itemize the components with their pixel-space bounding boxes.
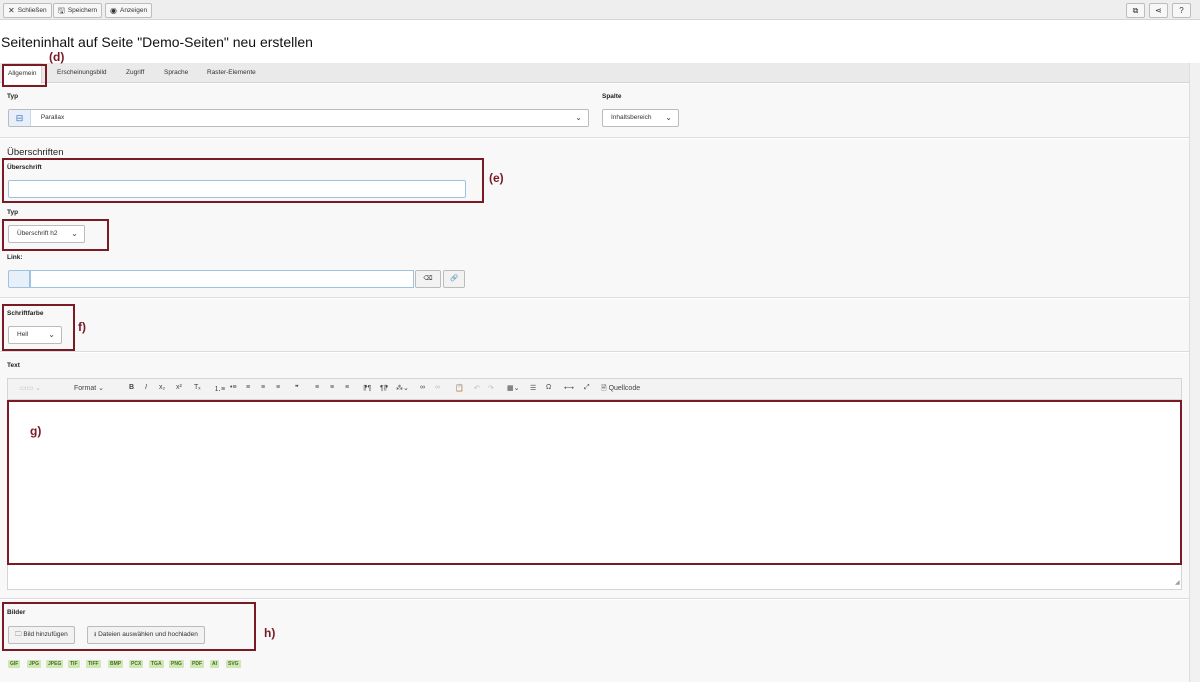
allowed-type-tga: TGA xyxy=(149,660,164,668)
maximize-icon[interactable]: ⤢ xyxy=(584,384,590,392)
source-button[interactable]: 🗎 Quellcode xyxy=(601,384,640,395)
allowed-type-pdf: PDF xyxy=(190,660,204,668)
allowed-type-gif: GIF xyxy=(8,660,21,668)
italic-icon[interactable]: I xyxy=(145,384,147,391)
paste-icon[interactable]: 📋 xyxy=(455,384,464,392)
table-icon[interactable]: ▦⌄ xyxy=(507,384,519,392)
open-new-window-button[interactable]: ⧉ xyxy=(1126,3,1145,18)
blockquote-icon[interactable]: ❞ xyxy=(295,384,299,392)
link-type-indicator xyxy=(8,270,30,288)
superscript-icon[interactable]: x² xyxy=(176,384,182,391)
numbered-list-icon[interactable]: ⒈≡ xyxy=(214,384,225,394)
chevron-down-icon: ⌄ xyxy=(575,113,582,122)
help-button[interactable]: ? xyxy=(1172,3,1191,18)
text-label: Text xyxy=(7,362,20,369)
unlink-icon[interactable]: ∞ xyxy=(435,384,440,391)
annotation-label-f: f) xyxy=(78,320,86,334)
align-center-icon[interactable]: ≡ xyxy=(261,384,265,391)
external-link-icon: ⧉ xyxy=(1132,6,1139,15)
link-browser-button[interactable]: 🔗 xyxy=(443,270,465,288)
horizontal-rule-icon[interactable]: ☰ xyxy=(530,384,536,392)
allowed-type-jpeg: JPEG xyxy=(46,660,64,668)
allowed-type-tif: TIF xyxy=(68,660,80,668)
language-icon[interactable]: ⁂⌄ xyxy=(396,384,409,392)
allowed-type-jpg: JPG xyxy=(27,660,42,668)
page-title: Seiteninhalt auf Seite "Demo-Seiten" neu… xyxy=(1,34,313,50)
column-label: Spalte xyxy=(602,93,622,100)
chevron-down-icon: ⌄ xyxy=(665,113,672,122)
type-label: Typ xyxy=(7,93,19,100)
soft-hyphen-icon[interactable]: ⟷ xyxy=(564,384,574,392)
rte-toolbar: ▭▭ ⌄ Format ⌄ B I x₂ x² Tₓ ⒈≡ •≡ ≡ ≡ ≡ ❞… xyxy=(7,378,1182,400)
link-input[interactable] xyxy=(30,270,414,288)
view-button[interactable]: ◉ Anzeigen xyxy=(105,3,153,18)
allowed-type-bmp: BMP xyxy=(108,660,124,668)
allowed-type-svg: SVG xyxy=(226,660,241,668)
allowed-type-pcx: PCX xyxy=(129,660,144,668)
eye-icon: ◉ xyxy=(110,6,117,15)
annotation-label-h: h) xyxy=(264,626,276,640)
annotation-box-f xyxy=(2,304,75,351)
link-label: Link: xyxy=(7,254,23,261)
annotation-box-g xyxy=(7,400,1182,565)
vertical-scrollbar[interactable] xyxy=(1189,63,1200,682)
justify-center-icon[interactable]: ≡ xyxy=(330,384,334,391)
heading-type-label: Typ xyxy=(7,209,19,216)
font-panel xyxy=(0,299,1189,352)
bullet-list-icon[interactable]: •≡ xyxy=(230,384,237,391)
tab-zugriff[interactable]: Zugriff xyxy=(126,63,144,83)
type-select[interactable]: ⊟ Parallax ⌄ xyxy=(8,109,589,127)
tab-erscheinungsbild[interactable]: Erscheinungsbild xyxy=(57,63,107,83)
share-button[interactable]: ⋖ xyxy=(1149,3,1168,18)
annotation-box-heading-type xyxy=(2,219,109,251)
subscript-icon[interactable]: x₂ xyxy=(159,384,165,391)
annotation-box-h xyxy=(2,602,256,651)
close-icon: ✕ xyxy=(8,6,15,15)
content-type-icon: ⊟ xyxy=(9,110,31,126)
styles-dropdown[interactable]: ▭▭ ⌄ xyxy=(20,384,41,392)
resize-handle-icon[interactable]: ◢ xyxy=(1175,579,1180,586)
annotation-box-d xyxy=(2,64,47,87)
tab-raster-elemente[interactable]: Raster-Elemente xyxy=(207,63,256,83)
align-right-icon[interactable]: ≡ xyxy=(276,384,280,391)
close-button[interactable]: ✕ Schließen xyxy=(3,3,52,18)
special-char-icon[interactable]: Ω xyxy=(546,384,551,391)
format-dropdown[interactable]: Format ⌄ xyxy=(74,384,104,392)
rtl-icon[interactable]: ¶⁋ xyxy=(380,384,388,392)
tab-bar: Allgemein Erscheinungsbild Zugriff Sprac… xyxy=(0,63,1189,84)
help-icon: ? xyxy=(1179,6,1184,15)
share-icon: ⋖ xyxy=(1155,6,1162,15)
link-icon[interactable]: ∞ xyxy=(420,384,425,391)
column-select[interactable]: Inhaltsbereich ⌄ xyxy=(602,109,679,127)
headings-section-title: Überschriften xyxy=(7,147,64,158)
annotation-label-d: (d) xyxy=(49,50,65,64)
ltr-icon[interactable]: ⁋¶ xyxy=(363,384,371,392)
clear-icon: ⌫ xyxy=(423,275,433,282)
allowed-type-ai: AI xyxy=(210,660,219,668)
align-left-icon[interactable]: ≡ xyxy=(246,384,250,391)
annotation-label-e: (e) xyxy=(489,171,504,185)
link-clear-button[interactable]: ⌫ xyxy=(415,270,441,288)
justify-left-icon[interactable]: ≡ xyxy=(315,384,319,391)
redo-icon[interactable]: ↷ xyxy=(488,384,494,392)
tab-sprache[interactable]: Sprache xyxy=(164,63,188,83)
annotation-label-g: g) xyxy=(30,424,42,438)
save-button[interactable]: 🖫 Speichern xyxy=(53,3,103,18)
justify-block-icon[interactable]: ≡ xyxy=(345,384,349,391)
save-icon: 🖫 xyxy=(58,6,65,15)
bold-icon[interactable]: B xyxy=(129,384,134,391)
top-toolbar: ✕ Schließen 🖫 Speichern ◉ Anzeigen ⧉ ⋖ ? xyxy=(0,0,1200,20)
undo-icon[interactable]: ↶ xyxy=(474,384,480,392)
remove-format-icon[interactable]: Tₓ xyxy=(194,384,201,391)
annotation-box-e xyxy=(2,158,484,203)
link-icon: 🔗 xyxy=(449,275,459,282)
allowed-type-tiff: TIFF xyxy=(86,660,101,668)
allowed-type-png: PNG xyxy=(169,660,184,668)
